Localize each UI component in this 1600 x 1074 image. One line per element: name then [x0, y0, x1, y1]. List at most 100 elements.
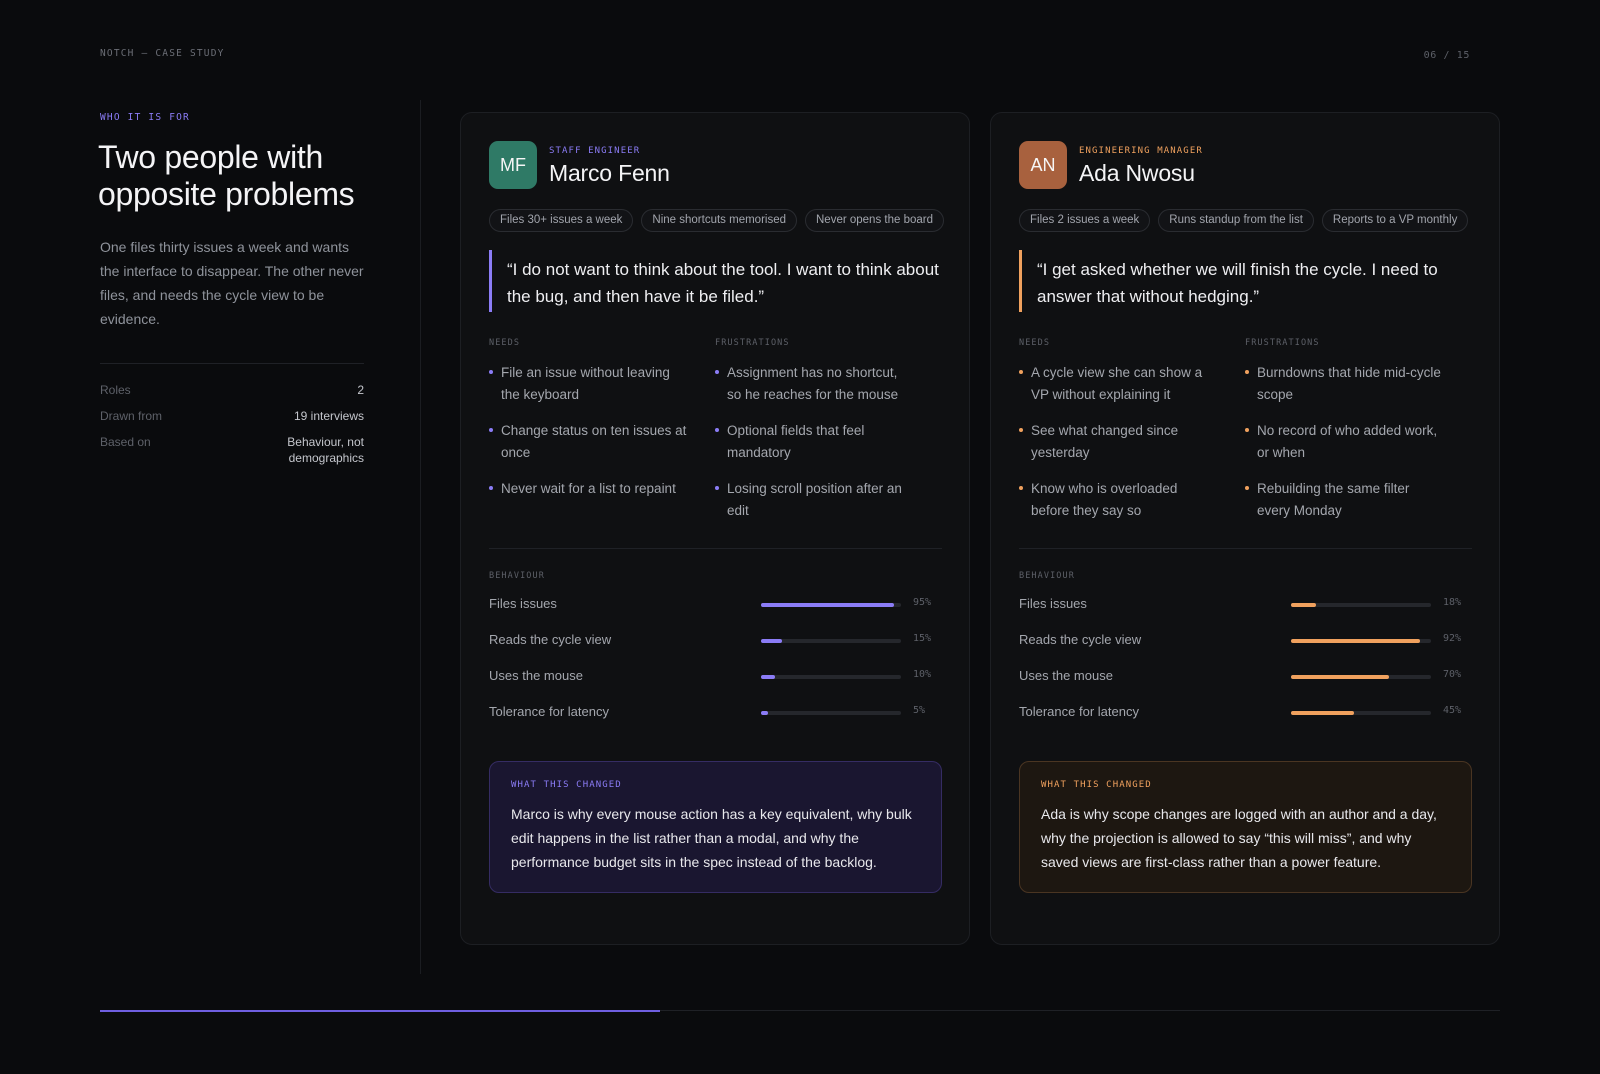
bullet-dot: [715, 486, 719, 490]
need-text: See what changed since yesterday: [1031, 423, 1179, 460]
list-item: Burndowns that hide mid-cycle scope: [1245, 362, 1445, 406]
persona-header: AN ENGINEERING MANAGER Ada Nwosu: [1019, 141, 1471, 189]
frustrations-title: FRUSTRATIONS: [1245, 338, 1320, 348]
meter-fill: [761, 603, 894, 607]
meter-track: [1291, 711, 1431, 715]
frustration-text: Assignment has no shortcut, so he reache…: [727, 365, 899, 402]
needs-frustrations: NEEDS File an issue without leaving the …: [489, 338, 941, 536]
list-item: Never wait for a list to repaint: [489, 478, 689, 500]
persona-identity: ENGINEERING MANAGER Ada Nwosu: [1079, 144, 1203, 187]
behaviour-row: Files issues 18%: [1019, 589, 1471, 625]
meter-track: [761, 639, 901, 643]
section-divider: [489, 548, 942, 549]
meter-value: 15%: [913, 633, 932, 644]
what-changed-title: WHAT THIS CHANGED: [1041, 780, 1152, 790]
meter-fill: [1291, 711, 1354, 715]
list-item: Change status on ten issues at once: [489, 420, 689, 464]
meta-row: Roles 2: [100, 382, 364, 398]
persona-role: STAFF ENGINEER: [549, 145, 641, 156]
frustrations-list: Burndowns that hide mid-cycle scope No r…: [1245, 362, 1471, 522]
meter-value: 92%: [1443, 633, 1462, 644]
bullet-dot: [489, 370, 493, 374]
list-item: Optional fields that feel mandatory: [715, 420, 915, 464]
needs-title: NEEDS: [489, 338, 521, 348]
section-divider: [1019, 548, 1472, 549]
needs-list: File an issue without leaving the keyboa…: [489, 362, 715, 500]
meter-fill: [761, 711, 768, 715]
needs-column: NEEDS File an issue without leaving the …: [489, 338, 715, 536]
frustrations-list: Assignment has no shortcut, so he reache…: [715, 362, 941, 522]
frustrations-title: FRUSTRATIONS: [715, 338, 790, 348]
avatar: AN: [1019, 141, 1067, 189]
needs-column: NEEDS A cycle view she can show a VP wit…: [1019, 338, 1245, 536]
trait-chips: Files 2 issues a week Runs standup from …: [1019, 209, 1479, 232]
behaviour-label: Reads the cycle view: [489, 632, 612, 647]
meta-key: Based on: [100, 435, 151, 449]
frustrations-column: FRUSTRATIONS Burndowns that hide mid-cyc…: [1245, 338, 1471, 536]
what-changed-text: Marco is why every mouse action has a ke…: [511, 806, 912, 870]
deck-label: NOTCH — CASE STUDY: [100, 48, 225, 59]
behaviour-label: Tolerance for latency: [1019, 704, 1139, 719]
need-text: Know who is overloaded before they say s…: [1031, 481, 1178, 518]
trait-chip: Reports to a VP monthly: [1321, 209, 1469, 232]
behaviour-label: Files issues: [1019, 596, 1087, 611]
meter-track: [761, 675, 901, 679]
frustration-text: Losing scroll position after an edit: [727, 481, 902, 518]
bullet-dot: [715, 428, 719, 432]
persona-role: ENGINEERING MANAGER: [1079, 145, 1203, 156]
bullet-dot: [489, 428, 493, 432]
behaviour-label: Reads the cycle view: [1019, 632, 1142, 647]
bullet-dot: [1019, 370, 1023, 374]
meta-table: Roles 2 Drawn from 19 interviews Based o…: [100, 363, 364, 466]
behaviour-row: Tolerance for latency 45%: [1019, 697, 1471, 733]
needs-list: A cycle view she can show a VP without e…: [1019, 362, 1245, 522]
what-changed-text: Ada is why scope changes are logged with…: [1041, 806, 1437, 870]
frustration-text: Rebuilding the same filter every Monday: [1257, 481, 1410, 518]
intro-text: One files thirty issues a week and wants…: [100, 239, 364, 327]
meter-track: [1291, 675, 1431, 679]
meter-fill: [1291, 639, 1420, 643]
meter-value: 18%: [1443, 597, 1462, 608]
trait-chip: Files 30+ issues a week: [489, 209, 634, 232]
meta-row: Based on Behaviour, not demographics: [100, 434, 364, 466]
behaviour-title: BEHAVIOUR: [489, 571, 545, 581]
bullet-dot: [1019, 486, 1023, 490]
need-text: A cycle view she can show a VP without e…: [1031, 365, 1203, 402]
trait-chip: Never opens the board: [805, 209, 944, 232]
meter-track: [1291, 639, 1431, 643]
need-text: File an issue without leaving the keyboa…: [501, 365, 670, 402]
frustration-text: Optional fields that feel mandatory: [727, 423, 865, 460]
list-item: No record of who added work, or when: [1245, 420, 1445, 464]
avatar: MF: [489, 141, 537, 189]
meter-value: 95%: [913, 597, 932, 608]
list-item: Losing scroll position after an edit: [715, 478, 915, 522]
need-text: Change status on ten issues at once: [501, 423, 687, 460]
what-changed-title: WHAT THIS CHANGED: [511, 780, 622, 790]
meter-track: [761, 603, 901, 607]
vertical-divider: [420, 100, 421, 974]
bullet-dot: [1245, 370, 1249, 374]
page-title: Two people with opposite problems: [98, 139, 355, 212]
list-item: Assignment has no shortcut, so he reache…: [715, 362, 915, 406]
persona-quote: “I do not want to think about the tool. …: [489, 250, 941, 312]
section-eyebrow: WHO IT IS FOR: [100, 112, 190, 123]
behaviour-row: Uses the mouse 70%: [1019, 661, 1471, 697]
needs-title: NEEDS: [1019, 338, 1051, 348]
behaviour-label: Files issues: [489, 596, 557, 611]
list-item: File an issue without leaving the keyboa…: [489, 362, 689, 406]
list-item: Know who is overloaded before they say s…: [1019, 478, 1219, 522]
list-item: See what changed since yesterday: [1019, 420, 1219, 464]
persona-identity: STAFF ENGINEER Marco Fenn: [549, 144, 670, 187]
meta-key: Roles: [100, 383, 131, 397]
need-text: Never wait for a list to repaint: [501, 481, 676, 496]
meter-track: [1291, 603, 1431, 607]
trait-chip: Runs standup from the list: [1158, 209, 1314, 232]
persona-card: AN ENGINEERING MANAGER Ada Nwosu Files 2…: [990, 112, 1500, 945]
frustration-text: Burndowns that hide mid-cycle scope: [1257, 365, 1441, 402]
meter-fill: [761, 675, 775, 679]
meter-track: [761, 711, 901, 715]
persona-quote: “I get asked whether we will finish the …: [1019, 250, 1471, 312]
meter-value: 70%: [1443, 669, 1462, 680]
bullet-dot: [1245, 486, 1249, 490]
meta-value: 19 interviews: [293, 409, 364, 423]
